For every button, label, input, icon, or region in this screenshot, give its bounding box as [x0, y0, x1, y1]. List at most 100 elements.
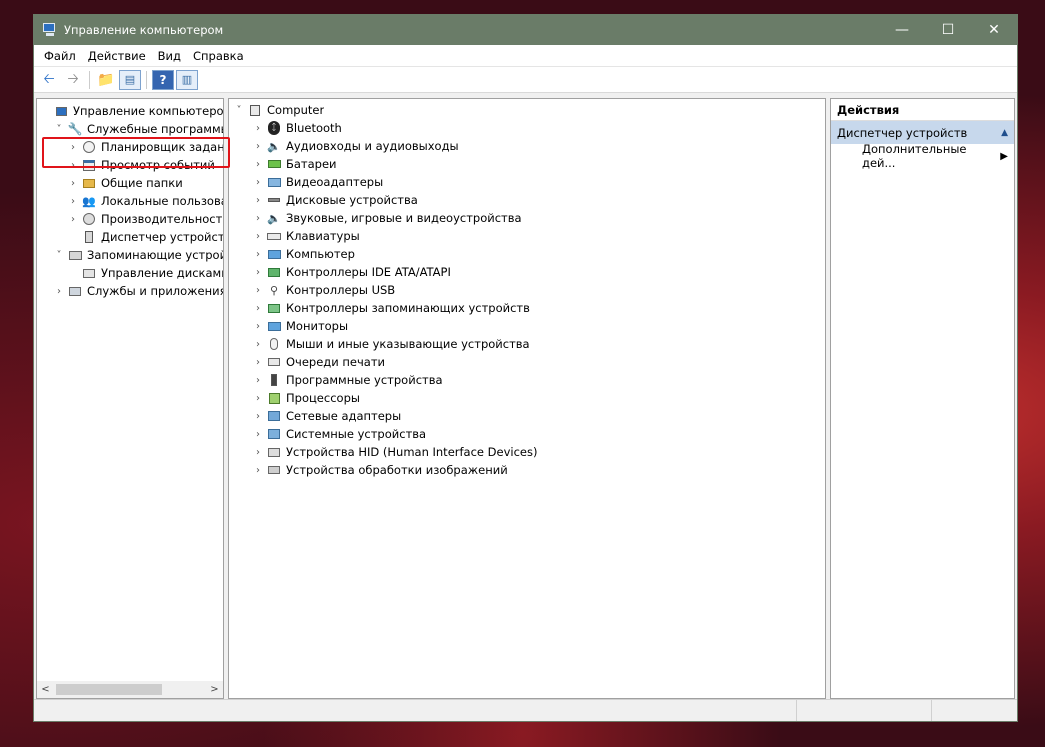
content-panes: Управление компьютером (л ˅🔧Служебные про… — [34, 96, 1017, 699]
horizontal-scrollbar[interactable]: < > — [37, 681, 223, 698]
chevron-right-icon[interactable]: › — [252, 249, 264, 260]
device-category-row[interactable]: › 🔈 Аудиовходы и аудиовыходы — [233, 137, 825, 155]
tree-item[interactable]: ˅ 🔧 Служебные программы — [37, 120, 224, 138]
expander-icon[interactable]: › — [67, 160, 79, 171]
back-arrow-icon[interactable]: 🡠 — [38, 70, 60, 90]
expander-icon[interactable]: › — [67, 214, 79, 225]
tree-item[interactable]: Управление дисками — [37, 264, 223, 282]
menu-file[interactable]: Файл — [38, 49, 82, 63]
up-folder-icon[interactable]: 📁 — [95, 70, 117, 90]
tree-item[interactable]: ›👥 Локальные пользовате — [37, 192, 223, 210]
chevron-right-icon[interactable]: › — [252, 177, 264, 188]
chevron-right-icon[interactable]: › — [252, 411, 264, 422]
close-button[interactable]: ✕ — [971, 15, 1017, 45]
expander-icon[interactable]: › — [67, 196, 79, 207]
system-device-icon — [266, 426, 282, 442]
show-action-pane-icon[interactable]: ▥ — [176, 69, 198, 90]
expander-icon[interactable]: › — [67, 178, 79, 189]
toolbar: 🡠 🡢 📁 ▤ ? ▥ — [34, 67, 1017, 93]
scroll-left-icon[interactable]: < — [37, 684, 54, 695]
tree-item-label: Управление дисками — [101, 266, 223, 280]
chevron-right-icon[interactable]: › — [252, 357, 264, 368]
device-category-row[interactable]: › Мониторы — [233, 317, 825, 335]
device-category-label: Процессоры — [286, 391, 360, 405]
tree-item[interactable]: › Общие папки — [37, 174, 223, 192]
more-actions-item[interactable]: Дополнительные дей... ▶ — [831, 142, 1014, 170]
expander-icon[interactable]: ˅ — [233, 105, 245, 116]
collapse-up-icon[interactable]: ▲ — [1001, 128, 1008, 138]
expander-icon[interactable]: › — [67, 142, 79, 153]
mouse-icon — [266, 336, 282, 352]
actions-section-device-manager[interactable]: Диспетчер устройств ▲ — [831, 121, 1014, 144]
device-category-row[interactable]: › Видеоадаптеры — [233, 173, 825, 191]
chevron-right-icon[interactable]: › — [252, 303, 264, 314]
device-category-label: Системные устройства — [286, 427, 427, 441]
tree-item[interactable]: › Планировщик заданий — [37, 138, 223, 156]
maximize-button[interactable]: ☐ — [925, 15, 971, 45]
device-category-row[interactable]: › Устройства HID (Human Interface Devices… — [233, 443, 825, 461]
device-category-label: Устройства обработки изображений — [286, 463, 508, 477]
device-category-row[interactable]: › ᛨ Bluetooth — [233, 119, 825, 137]
show-hide-tree-icon[interactable]: ▤ — [119, 69, 141, 90]
chevron-right-icon[interactable]: › — [252, 213, 264, 224]
device-category-row[interactable]: › Устройства обработки изображений — [233, 461, 825, 479]
chevron-right-icon[interactable]: › — [252, 321, 264, 332]
chevron-right-icon[interactable]: › — [252, 375, 264, 386]
device-category-label: Батареи — [286, 157, 337, 171]
chevron-right-icon[interactable]: › — [252, 195, 264, 206]
tree-item[interactable]: ˅ Запоминающие устройс — [37, 246, 224, 264]
menu-action[interactable]: Действие — [82, 49, 152, 63]
expander-icon[interactable]: ˅ — [53, 124, 65, 135]
menu-help[interactable]: Справка — [187, 49, 250, 63]
device-category-row[interactable]: › Программные устройства — [233, 371, 825, 389]
tree-item[interactable]: Диспетчер устройств — [37, 228, 223, 246]
device-category-row[interactable]: › Дисковые устройства — [233, 191, 825, 209]
computer-management-window: Управление компьютером — ☐ ✕ Файл Действ… — [33, 14, 1018, 722]
tree-item[interactable]: › Службы и приложения — [37, 282, 223, 300]
device-root-row[interactable]: ˅ Computer — [233, 101, 825, 119]
scroll-right-icon[interactable]: > — [206, 684, 223, 695]
chevron-right-icon[interactable]: › — [252, 123, 264, 134]
chevron-right-icon[interactable]: › — [252, 141, 264, 152]
menu-view[interactable]: Вид — [152, 49, 187, 63]
chevron-right-icon[interactable]: › — [252, 159, 264, 170]
chevron-right-icon[interactable]: › — [252, 285, 264, 296]
device-category-row[interactable]: › ⚲ Контроллеры USB — [233, 281, 825, 299]
device-category-row[interactable]: › Системные устройства — [233, 425, 825, 443]
device-category-row[interactable]: › Клавиатуры — [233, 227, 825, 245]
actions-pane: Действия Диспетчер устройств ▲ Дополните… — [830, 98, 1015, 699]
device-category-row[interactable]: › Контроллеры запоминающих устройств — [233, 299, 825, 317]
tree-item[interactable]: › Производительность — [37, 210, 223, 228]
device-category-row[interactable]: › Батареи — [233, 155, 825, 173]
scrollbar-thumb[interactable] — [56, 684, 162, 695]
device-category-row[interactable]: › Мыши и иные указывающие устройства — [233, 335, 825, 353]
expander-icon[interactable]: › — [53, 286, 65, 297]
device-category-row[interactable]: › Сетевые адаптеры — [233, 407, 825, 425]
tree-item[interactable]: › Просмотр событий — [37, 156, 223, 174]
expander-icon[interactable]: ˅ — [53, 250, 65, 261]
help-icon[interactable]: ? — [152, 69, 174, 90]
forward-arrow-icon[interactable]: 🡢 — [62, 70, 84, 90]
chevron-right-icon[interactable]: › — [252, 267, 264, 278]
device-category-row[interactable]: › 🔈 Звуковые, игровые и видеоустройства — [233, 209, 825, 227]
sound-icon: 🔈 — [267, 211, 281, 225]
tree-item-label: Планировщик заданий — [101, 140, 223, 154]
device-category-row[interactable]: › Очереди печати — [233, 353, 825, 371]
storage-controller-icon — [266, 300, 282, 316]
hid-icon — [266, 444, 282, 460]
tree-item-label: Управление компьютером (л — [73, 104, 223, 118]
chevron-right-icon[interactable]: › — [252, 465, 264, 476]
chevron-right-icon[interactable]: › — [252, 429, 264, 440]
device-category-row[interactable]: › Компьютер — [233, 245, 825, 263]
chevron-right-icon[interactable]: › — [252, 393, 264, 404]
tree-item-label: Просмотр событий — [101, 158, 215, 172]
device-category-row[interactable]: › Процессоры — [233, 389, 825, 407]
tree-item-label: Запоминающие устройс — [87, 248, 223, 262]
tree-item-label: Общие папки — [101, 176, 183, 190]
minimize-button[interactable]: — — [879, 15, 925, 45]
chevron-right-icon[interactable]: › — [252, 339, 264, 350]
device-category-row[interactable]: › Контроллеры IDE ATA/ATAPI — [233, 263, 825, 281]
chevron-right-icon[interactable]: › — [252, 231, 264, 242]
chevron-right-icon[interactable]: › — [252, 447, 264, 458]
tree-item[interactable]: Управление компьютером (л — [37, 102, 223, 120]
